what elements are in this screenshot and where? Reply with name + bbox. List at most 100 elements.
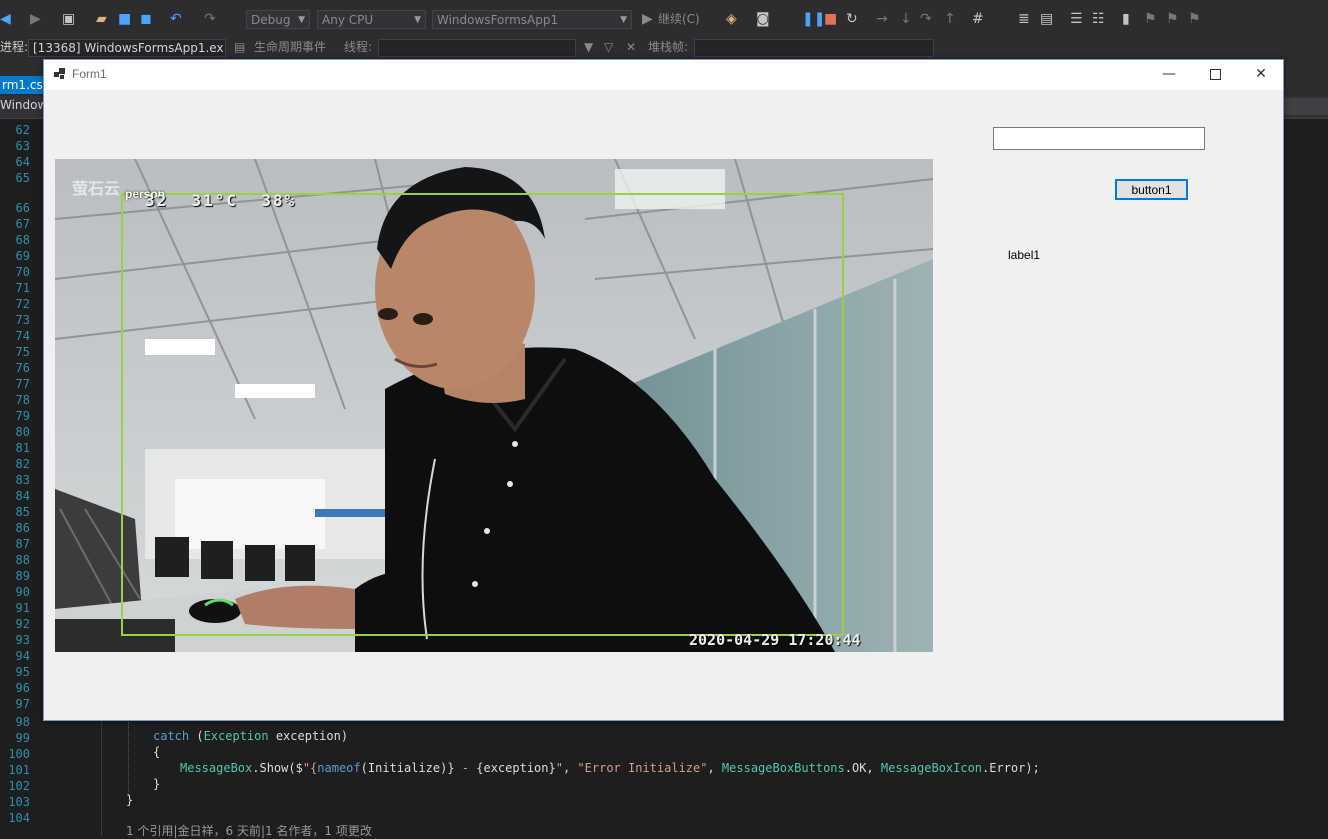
show-next-statement-icon[interactable]: → (876, 9, 888, 29)
outdent-icon[interactable]: ☰ (1070, 9, 1083, 29)
code-line-brace-close-outer[interactable]: } (126, 792, 133, 808)
thread-icon[interactable]: ≣ (1018, 9, 1030, 29)
line-number: 62 (15, 123, 30, 137)
bookmark-icon[interactable]: ▮ (1122, 9, 1130, 29)
minimize-icon: — (1162, 66, 1176, 82)
process-value: [13368] WindowsFormsApp1.ex (33, 41, 224, 55)
string-token: - (454, 761, 477, 775)
lifecycle-events-label[interactable]: 生命周期事件 (254, 38, 326, 56)
codelens-info[interactable]: 1 个引用|金日祥，6 天前|1 名作者，1 项更改 (126, 822, 372, 839)
camera-osd-timestamp: 2020-04-29 17:20:44 (689, 631, 861, 649)
filter-icon[interactable]: ▼ (584, 38, 593, 56)
camera-osd-status: 32 31°C 38% (145, 191, 297, 210)
stack-icon[interactable]: ▤ (1040, 9, 1053, 29)
line-number: 83 (15, 473, 30, 487)
filter-toggle-icon[interactable]: ▽ (604, 38, 613, 56)
save-icon[interactable]: ■ (118, 9, 131, 29)
line-number: 67 (15, 217, 30, 231)
thread-label: 线程: (344, 40, 373, 54)
textbox1[interactable] (993, 127, 1205, 150)
line-number: 90 (15, 585, 30, 599)
type-messagebox: MessageBox (180, 761, 253, 775)
close-button[interactable]: ✕ (1238, 60, 1284, 90)
line-number: 99 (15, 731, 30, 745)
pause-icon[interactable]: ❚❚ (802, 9, 825, 29)
continue-label[interactable]: 继续(C) (658, 10, 700, 28)
button1[interactable]: button1 (1115, 179, 1188, 200)
code-line-catch[interactable]: catch (Exception exception) (153, 728, 348, 744)
vs-standard-toolbar: ◀ ▶ ▣ ▰ ■ ◼ ↶ ↷ Debug ▼ Any CPU ▼ WindowsF… (0, 0, 1328, 38)
line-number: 87 (15, 537, 30, 551)
keyword-nameof: nameof (317, 761, 361, 775)
thread-select[interactable] (378, 39, 576, 57)
line-number: 65 (15, 171, 30, 185)
comment-icon[interactable]: ☷ (1092, 9, 1105, 29)
indent-guide (128, 722, 129, 796)
line-number: 73 (15, 313, 30, 327)
platform-select[interactable]: Any CPU ▼ (317, 10, 426, 29)
line-number: 72 (15, 297, 30, 311)
new-project-icon[interactable]: ▣ (62, 9, 75, 29)
next-bookmark-icon[interactable]: ⚑ (1166, 9, 1179, 29)
code-line-messagebox[interactable]: MessageBox.Show($"{nameof(Initialize)} -… (180, 760, 1040, 776)
line-number: 86 (15, 521, 30, 535)
code-line-brace-close[interactable]: } (153, 776, 160, 792)
line-number: 89 (15, 569, 30, 583)
save-all-icon[interactable]: ◼ (140, 9, 152, 29)
line-number: 79 (15, 409, 30, 423)
stackframe-select[interactable] (694, 39, 934, 57)
process-select[interactable]: [13368] WindowsFormsApp1.ex (28, 39, 226, 57)
document-tab-label: rm1.cs (2, 78, 43, 92)
line-number: 64 (15, 155, 30, 169)
form-title: Form1 (72, 67, 107, 81)
code-line-brace-open[interactable]: { (153, 744, 160, 760)
line-number: 63 (15, 139, 30, 153)
code-token: .OK, (844, 761, 881, 775)
open-file-icon[interactable]: ▰ (96, 9, 107, 29)
continue-icon[interactable]: ▶ (642, 9, 653, 29)
indent-guide (101, 722, 102, 835)
line-number: 80 (15, 425, 30, 439)
screenshot-icon[interactable]: ◙ (756, 9, 770, 29)
maximize-button[interactable] (1192, 60, 1238, 90)
member-navigation-dropdown[interactable] (1284, 98, 1328, 115)
form-app-icon (54, 68, 66, 80)
camera-picture-box: person 萤石云 32 31°C 38% 2020-04-29 17:20:… (55, 159, 933, 652)
line-number: 93 (15, 633, 30, 647)
camera-logo: 萤石云 (72, 179, 121, 198)
line-number: 82 (15, 457, 30, 471)
startup-project-value: WindowsFormsApp1 (437, 13, 559, 27)
startup-project-select[interactable]: WindowsFormsApp1 ▼ (432, 10, 632, 29)
platform-value: Any CPU (322, 13, 374, 27)
hex-display-icon[interactable]: # (972, 9, 984, 29)
undo-icon[interactable]: ↶ (170, 9, 182, 29)
prev-bookmark-icon[interactable]: ⚑ (1144, 9, 1157, 29)
hot-reload-icon[interactable]: ◈ (726, 9, 737, 29)
configuration-select[interactable]: Debug ▼ (246, 10, 310, 29)
close-icon: ✕ (1255, 66, 1267, 82)
restart-icon[interactable]: ↻ (846, 9, 858, 29)
back-icon[interactable]: ◀ (0, 9, 11, 29)
line-number: 94 (15, 649, 30, 663)
document-tab-form1[interactable]: rm1.cs (0, 76, 44, 94)
redo-icon[interactable]: ↷ (204, 9, 216, 29)
step-into-icon[interactable]: ↓ (900, 9, 912, 29)
line-number: 92 (15, 617, 30, 631)
line-number: 98 (15, 715, 30, 729)
lifecycle-icon[interactable]: ▤ (234, 38, 245, 56)
clear-bookmarks-icon[interactable]: ⚑ (1188, 9, 1201, 29)
chevron-down-icon: ▼ (414, 15, 421, 25)
stop-icon[interactable]: ■ (824, 9, 837, 29)
minimize-button[interactable]: — (1146, 60, 1192, 90)
line-number: 95 (15, 665, 30, 679)
line-number: 103 (8, 795, 30, 809)
step-out-icon[interactable]: ↑ (944, 9, 956, 29)
flag-threads-icon[interactable]: ✕ (626, 38, 636, 56)
project-navigation-dropdown[interactable]: Window (0, 98, 47, 112)
code-token: exception) (268, 729, 349, 743)
forward-icon[interactable]: ▶ (30, 9, 41, 29)
step-over-icon[interactable]: ↷ (920, 9, 932, 29)
form1-titlebar[interactable]: Form1 — ✕ (44, 60, 1283, 90)
type-messageboxicon: MessageBoxIcon (880, 761, 983, 775)
chevron-down-icon: ▼ (620, 15, 627, 25)
